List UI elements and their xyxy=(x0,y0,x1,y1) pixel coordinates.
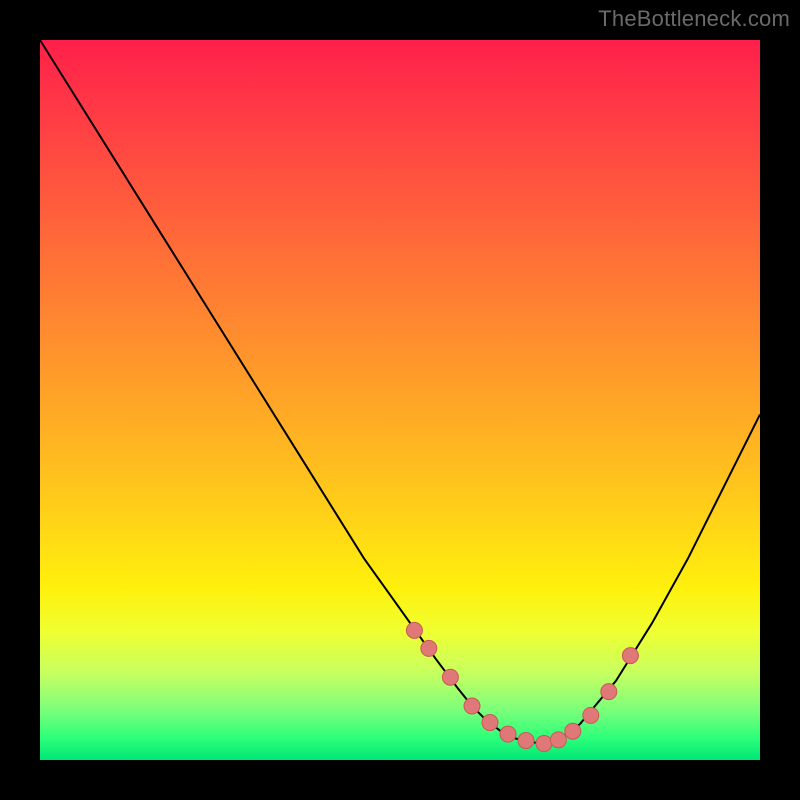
marker-dot xyxy=(622,648,638,664)
marker-dot xyxy=(406,622,422,638)
watermark: TheBottleneck.com xyxy=(598,6,790,32)
marker-dot xyxy=(565,723,581,739)
marker-dot xyxy=(583,707,599,723)
chart-frame: TheBottleneck.com xyxy=(0,0,800,800)
marker-dot xyxy=(482,715,498,731)
plot-area xyxy=(40,40,760,760)
highlight-dots xyxy=(406,622,638,751)
marker-dot xyxy=(518,733,534,749)
marker-dot xyxy=(536,735,552,751)
marker-dot xyxy=(601,684,617,700)
marker-dot xyxy=(421,640,437,656)
marker-dot xyxy=(500,726,516,742)
bottleneck-curve xyxy=(40,40,760,743)
marker-dot xyxy=(442,669,458,685)
chart-svg xyxy=(40,40,760,760)
marker-dot xyxy=(464,698,480,714)
marker-dot xyxy=(550,732,566,748)
